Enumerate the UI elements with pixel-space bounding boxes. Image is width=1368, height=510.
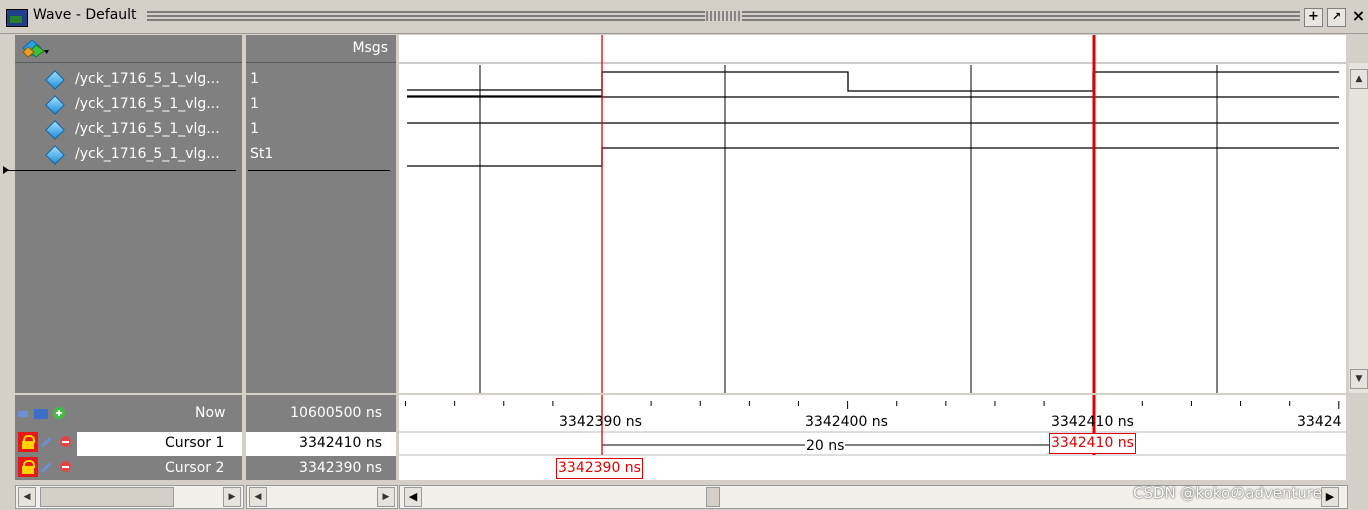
lock-icon[interactable] — [18, 457, 38, 477]
cursor-1-timebox[interactable]: 3342410 ns — [1049, 433, 1136, 454]
diamond-signal-icon — [45, 145, 65, 165]
signal-name: /yck_1716_5_1_vlg... — [75, 96, 220, 112]
cursor-1-label: Cursor 1 — [165, 435, 225, 451]
scroll-right-button[interactable]: ▶ — [377, 487, 395, 507]
timeline-pane[interactable]: 3342390 ns 3342400 ns 3342410 ns 33424 2… — [399, 395, 1346, 480]
signal-row[interactable]: /yck_1716_5_1_vlg... — [15, 93, 242, 118]
cursor-values-pane: 10600500 ns 3342410 ns 3342390 ns — [246, 395, 396, 480]
msgs-label: Msgs — [352, 40, 388, 56]
insertion-marker — [3, 170, 236, 171]
tick-label: 3342410 ns — [1051, 414, 1134, 430]
signal-row[interactable]: /yck_1716_5_1_vlg... — [15, 118, 242, 143]
cursor-names-pane: Now Cursor 1 Cursor 2 — [15, 395, 242, 480]
cursor-2-label: Cursor 2 — [165, 460, 225, 476]
scroll-left-button[interactable]: ◀ — [18, 487, 36, 507]
signal-waveforms — [407, 71, 1339, 167]
vertical-scrollbar[interactable]: ▲ ▼ — [1349, 63, 1368, 393]
scroll-thumb[interactable] — [706, 487, 720, 507]
waveform-pane[interactable] — [399, 35, 1346, 393]
signal-row[interactable]: /yck_1716_5_1_vlg... — [15, 68, 242, 93]
delta-label: 20 ns — [805, 438, 846, 454]
now-label: Now — [195, 405, 226, 421]
scroll-up-button[interactable]: ▲ — [1350, 69, 1368, 89]
msgs-header: Msgs — [246, 35, 396, 63]
left-strip — [0, 35, 15, 480]
cursor-2-value: 3342390 ns — [299, 460, 382, 476]
scroll-left-button[interactable]: ◀ — [404, 487, 422, 507]
cursor-2-timebox[interactable]: 3342390 ns — [556, 458, 643, 479]
grid-lines — [479, 65, 1218, 393]
signal-value: 1 — [250, 71, 259, 87]
signal-value: St1 — [250, 146, 274, 162]
title-bar: Wave - Default + ↗ × — [0, 0, 1368, 34]
wrench-icon[interactable] — [40, 437, 52, 448]
diamond-signal-icon — [45, 120, 65, 140]
now-value: 10600500 ns — [290, 405, 382, 421]
add-cursor-icon[interactable] — [17, 405, 65, 419]
signal-name: /yck_1716_5_1_vlg... — [75, 146, 220, 162]
signal-value: 1 — [250, 121, 259, 137]
undock-button[interactable]: ↗ — [1327, 8, 1346, 27]
window-title: Wave - Default — [33, 7, 137, 23]
tick-label: 33424 — [1297, 414, 1342, 430]
signal-name: /yck_1716_5_1_vlg... — [75, 71, 220, 87]
scroll-right-button[interactable]: ▶ — [1321, 487, 1339, 507]
minus-circle-icon[interactable] — [60, 461, 71, 472]
scroll-left-button[interactable]: ◀ — [249, 487, 267, 507]
minus-circle-icon[interactable] — [60, 436, 71, 447]
signal-value: 1 — [250, 96, 259, 112]
tick-label: 3342400 ns — [805, 414, 888, 430]
scroll-right-button[interactable]: ▶ — [223, 487, 241, 507]
dock-button[interactable]: + — [1304, 8, 1323, 27]
values-hscrollbar[interactable]: ◀ ▶ — [246, 485, 398, 509]
signal-name-header — [15, 35, 242, 63]
drag-handle[interactable] — [706, 11, 740, 21]
signal-name: /yck_1716_5_1_vlg... — [75, 121, 220, 137]
tick-label: 3342390 ns — [559, 414, 642, 430]
signal-values-pane: 1 1 1 St1 — [246, 63, 396, 393]
close-button[interactable]: × — [1350, 8, 1367, 25]
diamond-signal-icon — [45, 70, 65, 90]
watermark: CSDN @kokoのadventure — [1133, 484, 1322, 502]
scroll-thumb[interactable] — [40, 487, 174, 507]
wrench-icon[interactable] — [40, 462, 52, 473]
wave-window-icon — [6, 9, 28, 27]
signal-name-pane: /yck_1716_5_1_vlg... /yck_1716_5_1_vlg..… — [3, 63, 242, 393]
diamond-signal-icon — [45, 95, 65, 115]
lock-icon[interactable] — [18, 432, 38, 452]
names-hscrollbar[interactable]: ◀ ▶ — [15, 485, 244, 509]
title-grip[interactable] — [147, 11, 705, 13]
cursor-1-value: 3342410 ns — [299, 435, 382, 451]
diamond-signal-icon[interactable] — [22, 39, 49, 58]
signal-row[interactable]: /yck_1716_5_1_vlg... — [15, 143, 242, 168]
scroll-down-button[interactable]: ▼ — [1350, 369, 1368, 389]
